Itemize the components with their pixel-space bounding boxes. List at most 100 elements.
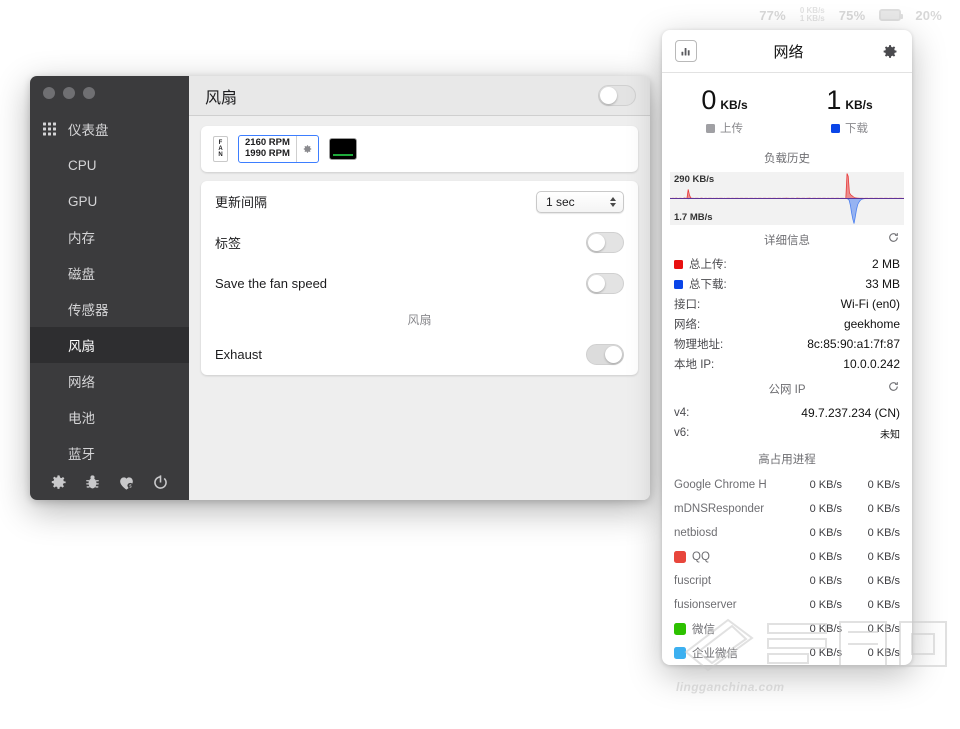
sidebar-item-bluetooth[interactable]: 蓝牙 xyxy=(30,435,189,471)
detail-value: 10.0.0.242 xyxy=(843,357,900,371)
process-name: QQ xyxy=(692,551,710,563)
refresh-public-ip-button[interactable] xyxy=(887,380,900,398)
window-traffic-lights xyxy=(30,76,189,99)
public-ip-row: v4: 49.7.237.234 (CN) xyxy=(662,403,912,423)
menubar-cpu-percent[interactable]: 77% xyxy=(759,8,786,23)
content-header: 风扇 xyxy=(189,76,650,116)
process-upload: 0 KB/s xyxy=(809,503,842,515)
process-name: fuscript xyxy=(674,575,712,587)
menubar-network-speed[interactable]: 0 KB/s 1 KB/s xyxy=(800,7,825,23)
upload-speed-top: 0 KB/s xyxy=(701,87,747,114)
process-name-wrap: 微信 xyxy=(674,621,784,637)
row-update-interval: 更新间隔 1 sec xyxy=(201,181,638,222)
fan-widget-settings-button[interactable] xyxy=(295,136,318,162)
upload-speed-block: 0 KB/s 上传 xyxy=(662,87,787,136)
download-label: 下载 xyxy=(845,123,868,135)
process-row: fusionserver 0 KB/s 0 KB/s xyxy=(662,593,912,617)
sidebar-item-network[interactable]: 网络 xyxy=(30,363,189,399)
upload-legend: 上传 xyxy=(706,120,743,136)
public-ip-section-title: 公网 IP xyxy=(768,384,806,396)
process-download: 0 KB/s xyxy=(867,503,900,515)
update-interval-select[interactable]: 1 sec xyxy=(536,190,624,213)
sidebar-label-memory: 内存 xyxy=(68,231,95,246)
process-upload: 0 KB/s xyxy=(809,599,842,611)
label-toggle[interactable] xyxy=(586,232,624,253)
public-ip-list: v4: 49.7.237.234 (CN) v6: 未知 xyxy=(662,403,912,443)
toggle-knob xyxy=(588,234,605,251)
fan-section-title: 风扇 xyxy=(407,313,432,327)
fan-color-swatch[interactable] xyxy=(328,138,357,160)
power-icon[interactable] xyxy=(151,473,170,492)
battery-icon[interactable] xyxy=(879,9,904,21)
heart-dollar-icon[interactable]: $ xyxy=(117,473,136,492)
chart-top-axis-label: 290 KB/s xyxy=(674,174,715,185)
process-row: mDNSResponder 0 KB/s 0 KB/s xyxy=(662,497,912,521)
sidebar-label-network: 网络 xyxy=(68,375,95,390)
sidebar-label-disk: 磁盘 xyxy=(68,267,95,282)
refresh-icon xyxy=(889,382,898,391)
public-ip-value: 49.7.237.234 (CN) xyxy=(801,406,900,420)
sidebar-list: 仪表盘 CPU GPU 内存 磁盘 传感器 风扇 网络 电池 蓝牙 xyxy=(30,111,189,471)
popover-title: 网络 xyxy=(773,43,804,61)
sidebar-item-cpu[interactable]: CPU xyxy=(30,147,189,183)
fan-rpm-widget[interactable]: 2160 RPM 1990 RPM xyxy=(238,135,319,163)
process-download: 0 KB/s xyxy=(867,527,900,539)
sidebar-item-gpu[interactable]: GPU xyxy=(30,183,189,219)
sidebar-item-battery[interactable]: 电池 xyxy=(30,399,189,435)
process-download: 0 KB/s xyxy=(867,575,900,587)
close-button[interactable] xyxy=(43,87,55,99)
details-list: 总上传: 2 MB 总下载: 33 MB 接口: Wi-Fi (en0) 网络:… xyxy=(662,254,912,374)
process-download: 0 KB/s xyxy=(867,479,900,491)
process-download: 0 KB/s xyxy=(867,551,900,563)
detail-key: 网络: xyxy=(674,319,701,331)
bug-icon[interactable] xyxy=(83,473,102,492)
upload-speed-value: 0 xyxy=(701,85,717,115)
fan-tag-icon[interactable]: F A N xyxy=(213,136,228,162)
detail-row: 总下载: 33 MB xyxy=(662,274,912,294)
bar-chart-icon[interactable] xyxy=(675,40,697,62)
exhaust-toggle[interactable] xyxy=(586,344,624,365)
fan-module-toggle[interactable] xyxy=(598,85,636,106)
maximize-button[interactable] xyxy=(83,87,95,99)
detail-key-wrap: 总上传: xyxy=(674,256,727,272)
qq-app-icon xyxy=(674,551,686,563)
watermark-text: lingganchina.com xyxy=(676,680,785,694)
label-save-fan-speed: Save the fan speed xyxy=(215,276,328,291)
gear-icon[interactable] xyxy=(49,473,68,492)
menubar-battery-percent[interactable]: 20% xyxy=(915,8,942,23)
sidebar-item-memory[interactable]: 内存 xyxy=(30,219,189,255)
detail-key: 总上传: xyxy=(689,259,727,271)
label-label-toggle: 标签 xyxy=(215,236,242,251)
gear-icon[interactable] xyxy=(880,42,899,61)
network-popover: 网络 0 KB/s 上传 1 KB/s 下载 负载历史 290 KB/s 1.7… xyxy=(662,30,912,665)
detail-value: 8c:85:90:a1:7f:87 xyxy=(807,337,900,351)
refresh-details-button[interactable] xyxy=(887,231,900,249)
sidebar-item-disk[interactable]: 磁盘 xyxy=(30,255,189,291)
detail-row: 物理地址: 8c:85:90:a1:7f:87 xyxy=(662,334,912,354)
download-speed-top: 1 KB/s xyxy=(826,87,872,114)
process-row: fuscript 0 KB/s 0 KB/s xyxy=(662,569,912,593)
process-name: fusionserver xyxy=(674,599,737,611)
public-ip-section-header: 公网 IP xyxy=(662,374,912,403)
download-speed-value: 1 xyxy=(826,85,842,115)
process-upload: 0 KB/s xyxy=(809,623,842,635)
menubar-memory-percent[interactable]: 75% xyxy=(839,8,866,23)
process-upload: 0 KB/s xyxy=(809,575,842,587)
public-ip-row: v6: 未知 xyxy=(662,423,912,443)
stats-app-window: 仪表盘 CPU GPU 内存 磁盘 传感器 风扇 网络 电池 蓝牙 $ 风扇 F… xyxy=(30,76,650,500)
chevron-updown-icon xyxy=(610,196,616,207)
detail-value: geekhome xyxy=(843,317,900,331)
sidebar-item-dashboard[interactable]: 仪表盘 xyxy=(30,111,189,147)
sidebar-item-fans[interactable]: 风扇 xyxy=(30,327,189,363)
sidebar-label-sensors: 传感器 xyxy=(68,303,109,318)
process-upload: 0 KB/s xyxy=(809,479,842,491)
minimize-button[interactable] xyxy=(63,87,75,99)
process-list: Google Chrome H 0 KB/s 0 KB/s mDNSRespon… xyxy=(662,473,912,665)
process-row: 企业微信 0 KB/s 0 KB/s xyxy=(662,641,912,665)
grid-icon xyxy=(43,122,56,136)
save-fan-speed-toggle[interactable] xyxy=(586,273,624,294)
process-row: netbiosd 0 KB/s 0 KB/s xyxy=(662,521,912,545)
detail-key: 本地 IP: xyxy=(674,359,715,371)
total-download-color-square xyxy=(674,279,683,289)
sidebar-item-sensors[interactable]: 传感器 xyxy=(30,291,189,327)
